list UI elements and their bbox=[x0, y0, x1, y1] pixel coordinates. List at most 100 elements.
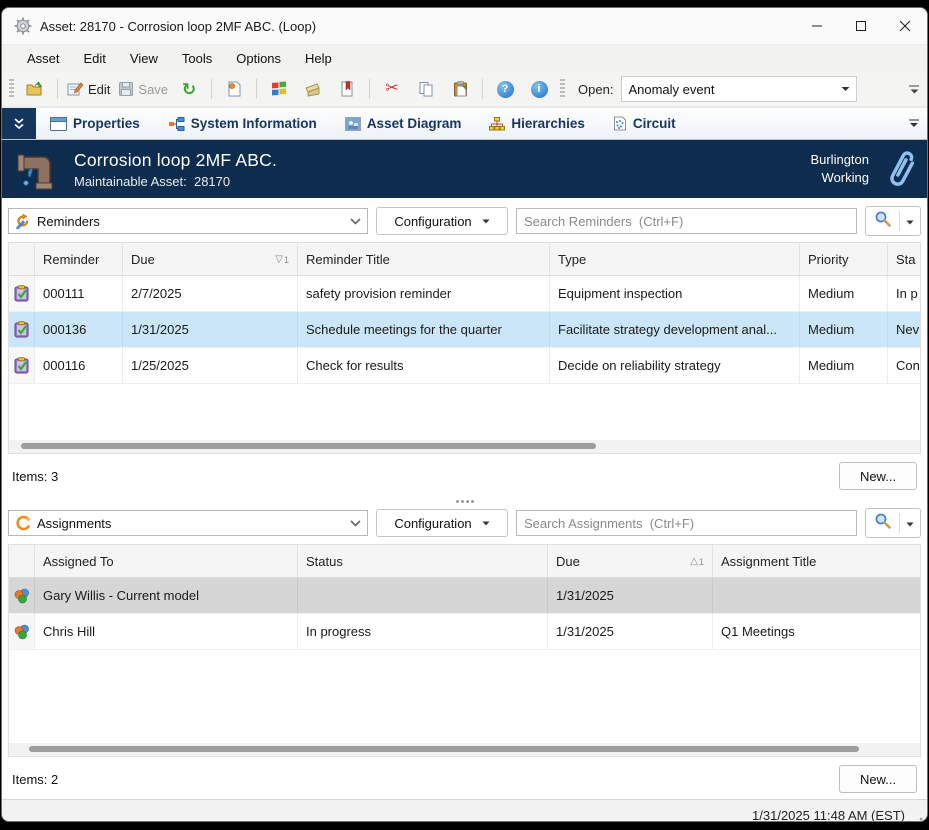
assignments-search-input[interactable] bbox=[516, 510, 857, 536]
tab-properties[interactable]: Properties bbox=[36, 108, 154, 139]
panel-splitter[interactable] bbox=[2, 496, 927, 506]
assignments-section-selector[interactable]: Assignments bbox=[8, 510, 368, 536]
column-header-reminder-title[interactable]: Reminder Title bbox=[298, 243, 550, 275]
reference-documents-button[interactable] bbox=[331, 76, 363, 102]
assignment-row-selected[interactable]: Gary Willis - Current model 1/31/2025 bbox=[9, 578, 920, 614]
menu-edit[interactable]: Edit bbox=[73, 47, 117, 70]
new-document-button[interactable] bbox=[218, 76, 250, 102]
scrollbar-thumb[interactable] bbox=[29, 746, 859, 752]
assignments-new-button[interactable]: New... bbox=[839, 765, 917, 793]
collapse-tabs-button[interactable] bbox=[2, 108, 36, 139]
resize-grip[interactable] bbox=[913, 816, 923, 822]
refresh-icon: ↻ bbox=[182, 81, 196, 98]
reminders-footer: Items: 3 New... bbox=[2, 454, 927, 496]
cell-priority: Medium bbox=[800, 312, 888, 347]
search-options-dropdown[interactable] bbox=[900, 212, 920, 230]
reminders-horizontal-scrollbar[interactable] bbox=[8, 440, 921, 454]
search-options-dropdown[interactable] bbox=[900, 514, 920, 532]
assignment-row[interactable]: Chris Hill In progress 1/31/2025 Q1 Meet… bbox=[9, 614, 920, 650]
tab-hierarchies[interactable]: Hierarchies bbox=[475, 108, 599, 139]
cell-type: Equipment inspection bbox=[550, 276, 800, 311]
state-label: Working bbox=[810, 169, 869, 187]
tab-label: Asset Diagram bbox=[367, 116, 462, 131]
cell-title: Check for results bbox=[298, 348, 550, 383]
menu-view[interactable]: View bbox=[119, 47, 169, 70]
menu-asset[interactable]: Asset bbox=[16, 47, 71, 70]
cut-button[interactable]: ✂ bbox=[376, 76, 408, 102]
cell-due: 1/25/2025 bbox=[123, 348, 298, 383]
dropdown-arrow-icon bbox=[906, 522, 914, 527]
scrollbar-thumb[interactable] bbox=[21, 443, 596, 449]
configuration-label: Configuration bbox=[394, 214, 471, 229]
paperclip-icon[interactable] bbox=[881, 146, 917, 192]
tab-circuit[interactable]: Circuit bbox=[599, 108, 690, 139]
reminders-new-button[interactable]: New... bbox=[839, 462, 917, 490]
column-header-assignment-title[interactable]: Assignment Title bbox=[713, 545, 920, 577]
column-header-priority[interactable]: Priority bbox=[800, 243, 888, 275]
open-event-combobox[interactable]: Anomaly event bbox=[621, 76, 857, 102]
windows-logo-icon bbox=[271, 81, 287, 97]
copy-button[interactable] bbox=[410, 76, 442, 102]
reminders-section-selector[interactable]: Reminders bbox=[8, 208, 368, 234]
edit-button[interactable]: Edit bbox=[64, 76, 113, 102]
cell-due: 2/7/2025 bbox=[123, 276, 298, 311]
status-bar: 1/31/2025 11:48 AM (EST) bbox=[2, 799, 927, 822]
assignments-horizontal-scrollbar[interactable] bbox=[8, 743, 921, 757]
menu-help[interactable]: Help bbox=[294, 47, 343, 70]
column-header-status[interactable]: Status bbox=[298, 545, 548, 577]
send-button[interactable] bbox=[297, 76, 329, 102]
refresh-button[interactable]: ↻ bbox=[173, 76, 205, 102]
info-button[interactable]: i bbox=[523, 76, 555, 102]
reminders-search-button[interactable] bbox=[865, 206, 921, 236]
cell-priority: Medium bbox=[800, 348, 888, 383]
maximize-button[interactable] bbox=[839, 8, 883, 44]
toolbar-overflow-button[interactable] bbox=[905, 85, 923, 94]
tab-asset-diagram[interactable]: Asset Diagram bbox=[331, 108, 476, 139]
minimize-button[interactable] bbox=[795, 8, 839, 44]
paste-button[interactable] bbox=[444, 76, 476, 102]
column-header-due[interactable]: Due ▽1 bbox=[123, 243, 298, 275]
assignments-search-button[interactable] bbox=[865, 508, 921, 538]
column-header-reminder[interactable]: Reminder bbox=[35, 243, 123, 275]
tab-system-information[interactable]: System Information bbox=[154, 108, 331, 139]
menu-options[interactable]: Options bbox=[225, 47, 292, 70]
close-button[interactable] bbox=[883, 8, 927, 44]
banner-titles: Corrosion loop 2MF ABC. Maintainable Ass… bbox=[74, 150, 810, 189]
reminder-row[interactable]: 000116 1/25/2025 Check for results Decid… bbox=[9, 348, 920, 384]
system-information-icon bbox=[168, 117, 185, 131]
cell-assigned-to: Chris Hill bbox=[35, 614, 298, 649]
reminders-search-input[interactable] bbox=[516, 208, 857, 234]
save-button-label: Save bbox=[138, 82, 168, 97]
open-record-button[interactable] bbox=[19, 76, 51, 102]
toolbar-grip bbox=[560, 79, 565, 99]
row-icon-cell bbox=[9, 578, 35, 613]
circuit-icon bbox=[613, 116, 627, 131]
menu-tools[interactable]: Tools bbox=[171, 47, 223, 70]
cell-assignment-title: Q1 Meetings bbox=[713, 614, 920, 649]
dropdown-arrow-icon bbox=[482, 219, 490, 224]
assignments-configuration-button[interactable]: Configuration bbox=[376, 509, 508, 537]
site-state: Burlington Working bbox=[810, 151, 869, 186]
reminders-configuration-button[interactable]: Configuration bbox=[376, 207, 508, 235]
info-icon: i bbox=[531, 81, 548, 98]
red-document-icon bbox=[340, 81, 354, 97]
toolbar-separator bbox=[211, 79, 212, 99]
cell-title: Schedule meetings for the quarter bbox=[298, 312, 550, 347]
assignments-grid-empty-area bbox=[8, 650, 921, 743]
reminder-row[interactable]: 000111 2/7/2025 safety provision reminde… bbox=[9, 276, 920, 312]
help-button[interactable]: ? bbox=[489, 76, 521, 102]
app-window: Asset: 28170 - Corrosion loop 2MF ABC. (… bbox=[1, 7, 928, 822]
chevron-down-icon bbox=[350, 218, 361, 225]
asset-subtitle-label: Maintainable Asset: bbox=[74, 174, 187, 189]
window-title: Asset: 28170 - Corrosion loop 2MF ABC. (… bbox=[40, 19, 795, 34]
reminders-selector-value: Reminders bbox=[37, 214, 344, 229]
column-header-assigned-to[interactable]: Assigned To bbox=[35, 545, 298, 577]
reminder-row-selected[interactable]: 000136 1/31/2025 Schedule meetings for t… bbox=[9, 312, 920, 348]
tabstrip-overflow-button[interactable] bbox=[909, 108, 927, 139]
column-header-due[interactable]: Due △1 bbox=[548, 545, 713, 577]
column-header-status[interactable]: Sta bbox=[888, 243, 920, 275]
windows-link-button[interactable] bbox=[263, 76, 295, 102]
column-header-type[interactable]: Type bbox=[550, 243, 800, 275]
save-button[interactable]: Save bbox=[115, 76, 171, 102]
reminder-clipboard-icon bbox=[14, 285, 30, 302]
